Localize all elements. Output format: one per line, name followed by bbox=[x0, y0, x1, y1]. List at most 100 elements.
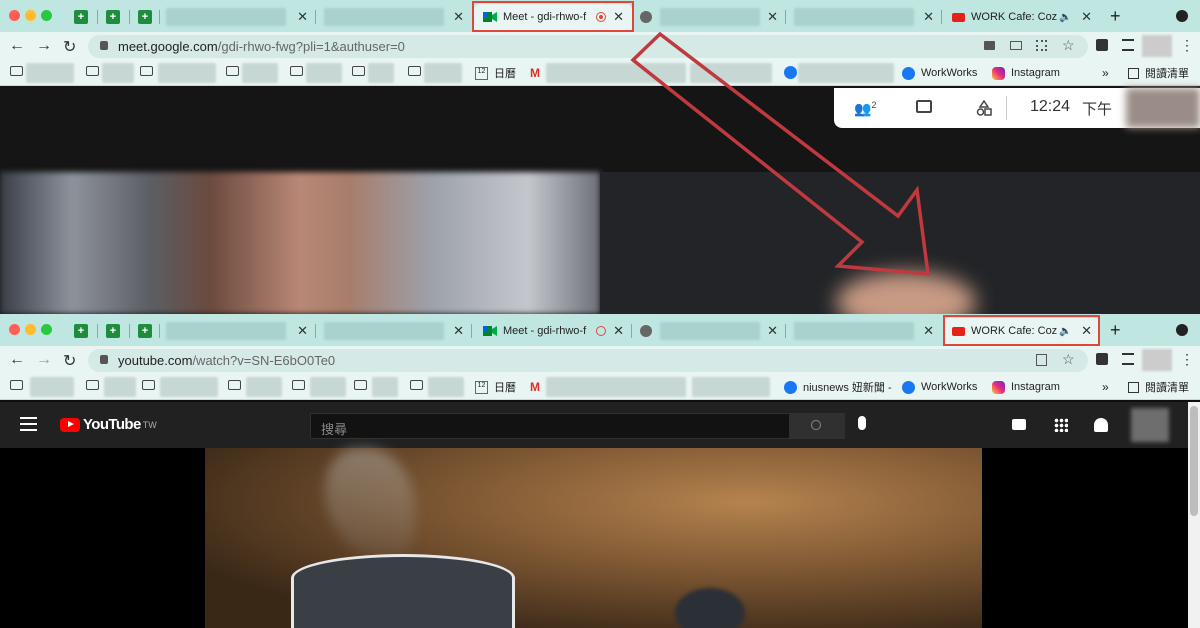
avatar[interactable] bbox=[1142, 35, 1172, 57]
tab-blurred-1[interactable]: ✕ bbox=[160, 4, 316, 30]
folder-icon bbox=[140, 66, 153, 76]
bookmark-instagram[interactable]: Instagram bbox=[992, 379, 1060, 395]
close-icon[interactable]: ✕ bbox=[453, 9, 464, 25]
close-icon[interactable]: ✕ bbox=[767, 9, 778, 25]
tab-blurred-2[interactable]: ✕ bbox=[316, 4, 472, 30]
avatar[interactable] bbox=[1131, 408, 1169, 442]
reading-list[interactable]: 閱讀清單 bbox=[1128, 65, 1189, 81]
video-area bbox=[0, 448, 1188, 628]
tab-sheets-1[interactable]: + bbox=[66, 4, 98, 30]
calendar-icon: 12 bbox=[475, 66, 488, 80]
close-window-button[interactable] bbox=[9, 10, 20, 21]
new-tab-button[interactable]: + bbox=[1110, 6, 1121, 27]
tab-globe[interactable]: ✕ bbox=[634, 318, 786, 344]
camera-icon[interactable] bbox=[984, 41, 995, 50]
chat-icon[interactable] bbox=[916, 100, 932, 113]
extensions-icon[interactable] bbox=[1096, 353, 1108, 365]
create-video-icon[interactable] bbox=[1012, 419, 1026, 430]
scrollbar-thumb[interactable] bbox=[1190, 406, 1198, 516]
tab-sheets-2[interactable]: + bbox=[98, 4, 130, 30]
close-icon[interactable]: ✕ bbox=[767, 323, 778, 339]
qr-code-icon[interactable] bbox=[1036, 40, 1047, 51]
hamburger-menu-icon[interactable] bbox=[20, 417, 37, 431]
back-button[interactable]: ← bbox=[9, 37, 25, 55]
cast-icon[interactable] bbox=[1010, 41, 1022, 50]
reload-button[interactable]: ↻ bbox=[63, 351, 76, 371]
video-player[interactable] bbox=[205, 448, 982, 628]
meeting-ampm: 下午 bbox=[1082, 101, 1113, 118]
close-icon[interactable]: ✕ bbox=[923, 9, 934, 25]
bookmark-calendar[interactable]: 12 日曆 bbox=[475, 65, 516, 81]
search-input[interactable]: 搜尋 bbox=[310, 413, 790, 439]
youtube-logo[interactable]: YouTube TW bbox=[60, 416, 157, 433]
forward-button[interactable]: → bbox=[36, 37, 52, 55]
reading-list[interactable]: 閱讀清單 bbox=[1128, 379, 1189, 395]
back-button[interactable]: ← bbox=[9, 351, 25, 369]
menu-icon[interactable]: ⋮ bbox=[1180, 351, 1194, 368]
activities-icon[interactable] bbox=[976, 99, 992, 116]
bookmarks-bar: 12 日曆 M niusnews 妞新聞 - WorkWorks Instagra… bbox=[0, 374, 1200, 400]
meet-icon bbox=[483, 326, 497, 336]
gmail-icon: M bbox=[530, 66, 540, 80]
more-bookmarks-icon[interactable]: » bbox=[1102, 379, 1109, 395]
folder-icon bbox=[142, 380, 155, 390]
tab-blurred-2[interactable]: ✕ bbox=[316, 318, 472, 344]
minimize-window-button[interactable] bbox=[25, 10, 36, 21]
tab-sheets-3[interactable]: + bbox=[130, 4, 160, 30]
tab-meet[interactable]: Meet - gdi-rhwo-f ✕ bbox=[474, 318, 632, 344]
bookmark-workworks[interactable]: WorkWorks bbox=[902, 379, 977, 395]
reload-button[interactable]: ↻ bbox=[63, 37, 76, 57]
tab-youtube[interactable]: WORK Cafe: Cozy 🔈 ✕ bbox=[942, 4, 1100, 30]
tab-globe[interactable]: ✕ bbox=[634, 4, 786, 30]
close-icon[interactable]: ✕ bbox=[1081, 9, 1092, 25]
extensions-icon[interactable] bbox=[1096, 39, 1108, 51]
bookmark-niusnews[interactable]: niusnews 妞新聞 - bbox=[784, 379, 892, 395]
tab-blurred-1[interactable]: ✕ bbox=[160, 318, 316, 344]
tab-search-icon[interactable] bbox=[1176, 324, 1188, 336]
media-controls-icon[interactable] bbox=[1122, 39, 1134, 51]
new-tab-button[interactable]: + bbox=[1110, 320, 1121, 341]
meet-browser-window: + + + ✕ ✕ Meet - gdi-rhwo-f ✕ ✕ ✕ WORK C… bbox=[0, 0, 1200, 314]
bookmark-calendar[interactable]: 12 日曆 bbox=[475, 379, 516, 395]
tab-sheets-2[interactable]: + bbox=[98, 318, 130, 344]
tab-sheets-3[interactable]: + bbox=[130, 318, 160, 344]
close-icon[interactable]: ✕ bbox=[453, 323, 464, 339]
folder-icon bbox=[226, 66, 239, 76]
menu-icon[interactable]: ⋮ bbox=[1180, 37, 1194, 54]
more-bookmarks-icon[interactable]: » bbox=[1102, 65, 1109, 81]
tab-blurred-3[interactable]: ✕ bbox=[786, 318, 942, 344]
microphone-icon[interactable] bbox=[858, 416, 866, 430]
close-window-button[interactable] bbox=[9, 324, 20, 335]
media-controls-icon[interactable] bbox=[1122, 353, 1134, 365]
bookmark-instagram[interactable]: Instagram bbox=[992, 65, 1060, 81]
tab-sheets-1[interactable]: + bbox=[66, 318, 98, 344]
star-icon[interactable]: ☆ bbox=[1062, 351, 1075, 368]
globe-icon bbox=[640, 325, 652, 337]
speaker-icon[interactable]: 🔈 bbox=[1059, 12, 1071, 23]
sheets-icon: + bbox=[138, 324, 152, 338]
tab-search-icon[interactable] bbox=[1176, 10, 1188, 22]
address-bar[interactable]: meet.google.com/gdi-rhwo-fwg?pli=1&authu… bbox=[88, 35, 1088, 58]
close-icon[interactable]: ✕ bbox=[613, 323, 624, 339]
forward-button[interactable]: → bbox=[36, 351, 52, 369]
close-icon[interactable]: ✕ bbox=[297, 9, 308, 25]
zoom-window-button[interactable] bbox=[41, 324, 52, 335]
toolbar: ← → ↻ meet.google.com/gdi-rhwo-fwg?pli=1… bbox=[0, 32, 1200, 60]
notifications-bell-icon[interactable] bbox=[1094, 418, 1108, 432]
search-button[interactable] bbox=[790, 413, 845, 439]
address-bar[interactable]: youtube.com/watch?v=SN-E6bO0Te0 ☆ bbox=[88, 349, 1088, 372]
tab-blurred-3[interactable]: ✕ bbox=[786, 4, 942, 30]
people-icon[interactable]: 👥2 bbox=[854, 100, 876, 118]
star-icon[interactable]: ☆ bbox=[1062, 37, 1075, 54]
apps-grid-icon[interactable] bbox=[1054, 418, 1068, 432]
bookmark-gmail[interactable]: M bbox=[530, 65, 540, 81]
scrollbar[interactable] bbox=[1188, 402, 1200, 628]
zoom-window-button[interactable] bbox=[41, 10, 52, 21]
bookmark-gmail[interactable]: M bbox=[530, 379, 540, 395]
avatar[interactable] bbox=[1142, 349, 1172, 371]
minimize-window-button[interactable] bbox=[25, 324, 36, 335]
bookmark-workworks[interactable]: WorkWorks bbox=[902, 65, 977, 81]
install-icon[interactable] bbox=[1036, 354, 1047, 366]
close-icon[interactable]: ✕ bbox=[923, 323, 934, 339]
close-icon[interactable]: ✕ bbox=[297, 323, 308, 339]
